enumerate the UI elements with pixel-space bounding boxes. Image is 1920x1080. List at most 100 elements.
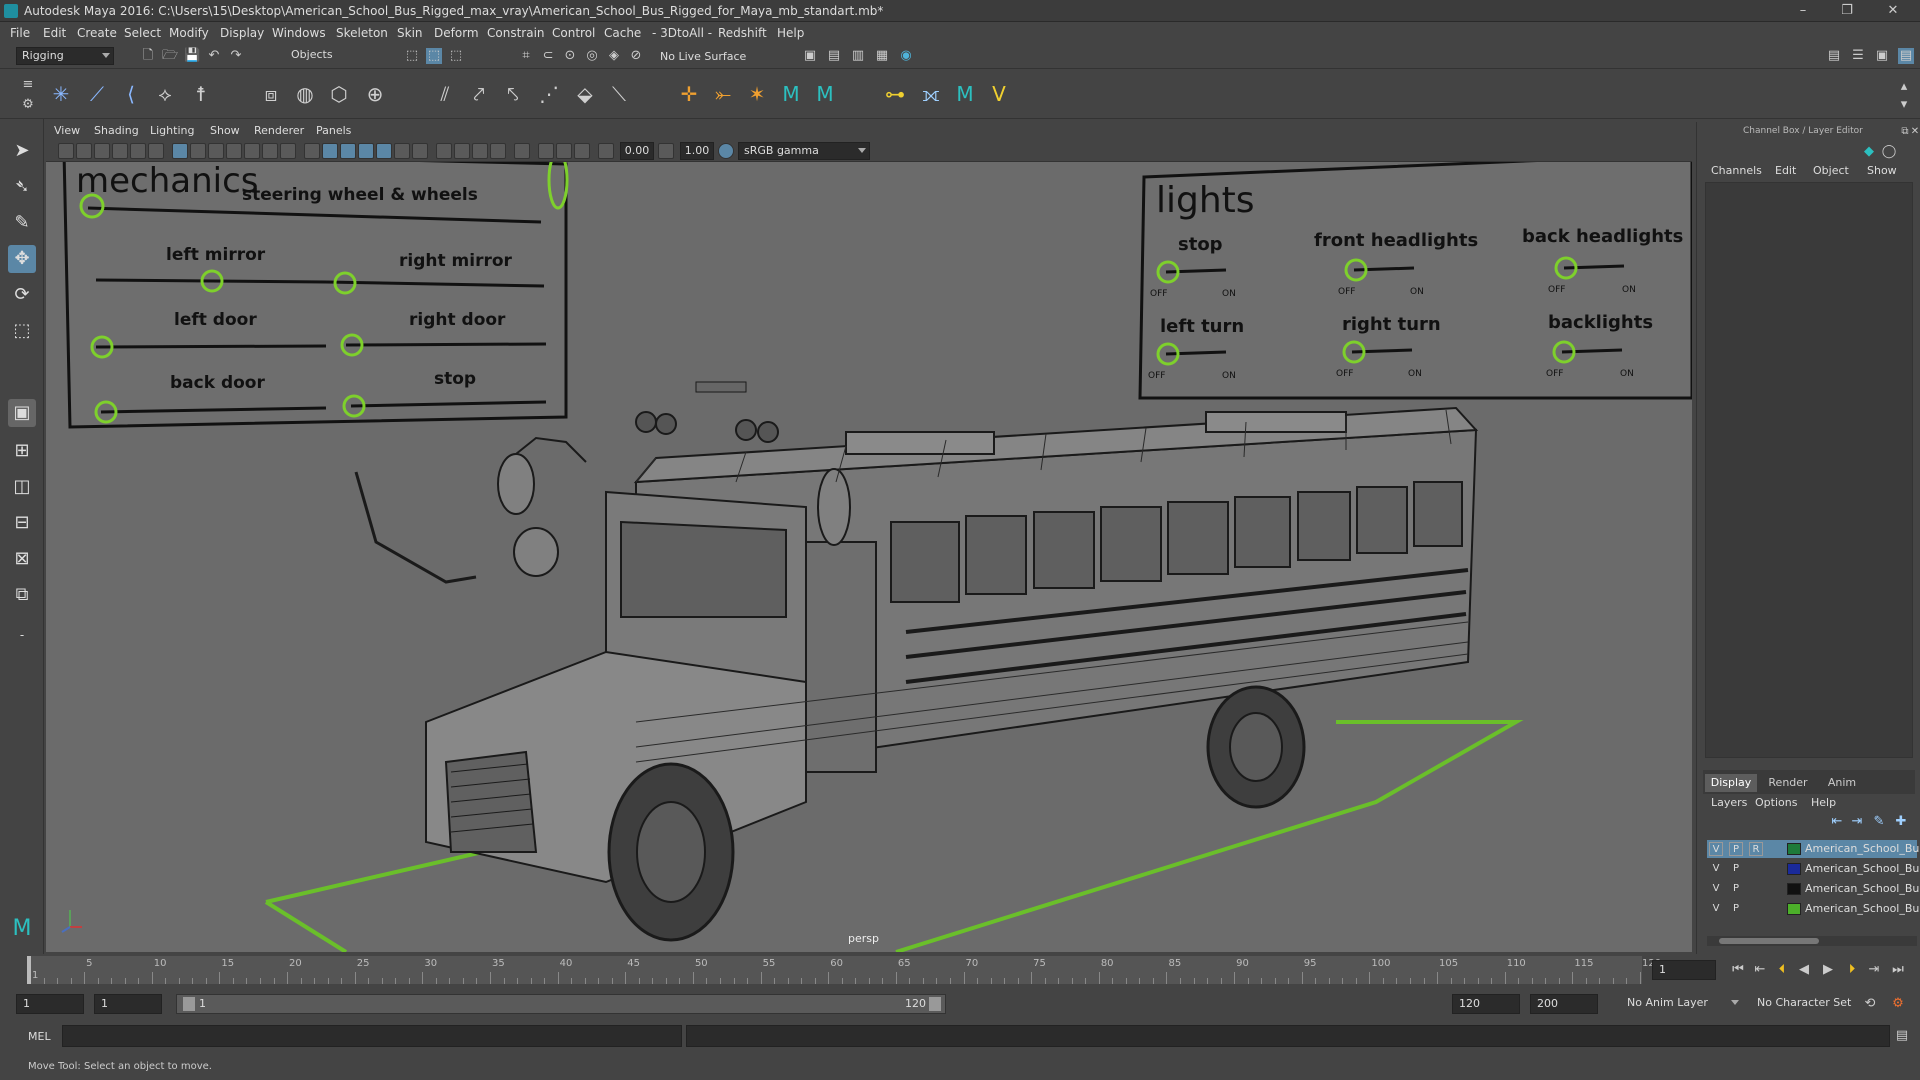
cb-menu-edit[interactable]: Edit xyxy=(1775,164,1796,177)
time-slider[interactable]: 1 5 10 15 20 25 30 35 40 45 50 55 60 65 70 75 80 85 90 95 10… xyxy=(0,954,1920,988)
shelf-scroll-down-icon[interactable]: ▾ xyxy=(1896,97,1912,113)
vp-menu-lighting[interactable]: Lighting xyxy=(150,124,194,137)
vp-menu-panels[interactable]: Panels xyxy=(316,124,351,137)
current-time-marker[interactable] xyxy=(27,956,31,984)
rotate-tool-icon[interactable]: ⟳ xyxy=(8,281,36,309)
paint-select-icon[interactable]: ✎ xyxy=(8,209,36,237)
grease-pencil-icon[interactable] xyxy=(148,143,164,159)
ik-spline-icon[interactable]: ⟨ xyxy=(118,81,144,107)
layer-row[interactable]: V P American_School_Bus_ xyxy=(1707,880,1919,898)
field-chart-icon[interactable] xyxy=(244,143,260,159)
anti-aliasing-icon[interactable] xyxy=(472,143,488,159)
layer-color-swatch[interactable] xyxy=(1787,903,1801,915)
range-bar[interactable]: 1 120 xyxy=(176,994,946,1014)
range-start-handle[interactable] xyxy=(183,997,195,1011)
bind-skin-icon[interactable]: ⧈ xyxy=(258,81,284,107)
view-transform-dropdown[interactable]: sRGB gamma xyxy=(738,142,870,160)
menu-skin[interactable]: Skin xyxy=(397,26,423,40)
layer-name[interactable]: American_School_Bus_ xyxy=(1805,882,1919,895)
play-forwards-icon[interactable]: ▶ xyxy=(1820,962,1836,978)
attribute-editor-icon[interactable]: ☰ xyxy=(1850,48,1866,64)
normal-constraint-icon[interactable]: M xyxy=(952,81,978,107)
range-end-handle[interactable] xyxy=(929,997,941,1011)
channel-box-icon[interactable]: ▤ xyxy=(1898,48,1914,64)
modeling-toolkit-icon[interactable]: ▤ xyxy=(1826,48,1842,64)
depth-of-field-icon[interactable] xyxy=(490,143,506,159)
menu-set-dropdown[interactable]: Rigging xyxy=(16,47,114,65)
save-scene-icon[interactable]: 💾 xyxy=(184,48,200,64)
textured-icon[interactable] xyxy=(376,143,392,159)
safe-action-icon[interactable] xyxy=(262,143,278,159)
wrap-deformer-icon[interactable]: ⊕ xyxy=(362,81,388,107)
character-set-dropdown[interactable]: No Character Set xyxy=(1752,995,1872,1013)
playback-end-field[interactable]: 120 xyxy=(1452,994,1520,1014)
step-back-frame-icon[interactable]: ⏴ xyxy=(1774,962,1790,978)
layer-row[interactable]: V P R American_School_Bus_ xyxy=(1707,840,1919,858)
cb-menu-show[interactable]: Show xyxy=(1867,164,1897,177)
snap-surface-icon[interactable]: ◈ xyxy=(606,48,622,64)
script-editor-icon[interactable]: ▤ xyxy=(1894,1028,1910,1044)
minimize-icon[interactable]: – xyxy=(1788,2,1818,20)
cb-menu-object[interactable]: Object xyxy=(1813,164,1849,177)
resolution-gate-icon[interactable] xyxy=(208,143,224,159)
lasso-tool-icon[interactable]: ➴ xyxy=(8,173,36,201)
anim-layer-dropdown[interactable]: No Anim Layer xyxy=(1622,995,1742,1013)
channel-key-icon[interactable]: ◆ xyxy=(1861,144,1877,160)
redo-icon[interactable]: ↷ xyxy=(228,48,244,64)
nonlinear-icon[interactable]: ⤤ xyxy=(466,81,492,107)
wireframe-icon[interactable] xyxy=(304,143,320,159)
lattice-icon[interactable]: ⬡ xyxy=(326,81,352,107)
xray-components-icon[interactable] xyxy=(574,143,590,159)
grid-toggle-icon[interactable] xyxy=(172,143,188,159)
menu-windows[interactable]: Windows xyxy=(272,26,326,40)
menu-modify[interactable]: Modify xyxy=(169,26,209,40)
playback-start-field[interactable]: 1 xyxy=(94,994,162,1014)
layer-playback-toggle[interactable]: P xyxy=(1729,842,1743,856)
parent-constraint-icon[interactable]: M xyxy=(778,81,804,107)
menu-skeleton[interactable]: Skeleton xyxy=(336,26,388,40)
layer-display-type-toggle[interactable] xyxy=(1749,902,1763,916)
current-frame-field[interactable]: 1 xyxy=(1652,960,1716,980)
bookmark-icon[interactable] xyxy=(94,143,110,159)
select-hierarchy-icon[interactable]: ⬚ xyxy=(404,48,420,64)
2d-pan-icon[interactable] xyxy=(130,143,146,159)
le-menu-help[interactable]: Help xyxy=(1811,796,1836,809)
close-icon[interactable]: ✕ xyxy=(1878,2,1908,20)
layer-visibility-toggle[interactable]: V xyxy=(1709,882,1723,896)
tangent-constraint-icon[interactable]: V xyxy=(986,81,1012,107)
vp-menu-view[interactable]: View xyxy=(54,124,80,137)
gate-mask-icon[interactable] xyxy=(226,143,242,159)
xray-icon[interactable] xyxy=(538,143,554,159)
shadows-icon[interactable] xyxy=(412,143,428,159)
render-settings-icon[interactable]: ▥ xyxy=(850,48,866,64)
layer-color-swatch[interactable] xyxy=(1787,883,1801,895)
motion-blur-icon[interactable] xyxy=(454,143,470,159)
soft-mod-icon[interactable]: ⬙ xyxy=(572,81,598,107)
render-view-icon[interactable]: ◉ xyxy=(898,48,914,64)
layout-outliner-icon[interactable]: ⊟ xyxy=(8,509,36,537)
live-surface-label[interactable]: No Live Surface xyxy=(660,50,746,63)
layout-hypershade-icon[interactable]: ⧉ xyxy=(8,581,36,609)
layer-row[interactable]: V P American_School_Bus_ xyxy=(1707,860,1919,878)
smooth-shade-icon[interactable] xyxy=(322,143,338,159)
layer-visibility-toggle[interactable]: V xyxy=(1709,862,1723,876)
layout-two-icon[interactable]: ◫ xyxy=(8,473,36,501)
menu-create[interactable]: Create xyxy=(77,26,117,40)
new-layer-icon[interactable]: ✎ xyxy=(1871,814,1887,830)
channel-list[interactable] xyxy=(1705,182,1913,758)
layout-single-icon[interactable]: ▣ xyxy=(8,399,36,427)
blend-shape-icon[interactable]: ⋰ xyxy=(536,81,562,107)
isolate-select-icon[interactable] xyxy=(514,143,530,159)
move-layer-up-icon[interactable]: ⇤ xyxy=(1829,814,1845,830)
select-component-icon[interactable]: ⬚ xyxy=(448,48,464,64)
menu-control[interactable]: Control xyxy=(552,26,595,40)
select-tool-icon[interactable]: ➤ xyxy=(8,137,36,165)
snap-live-icon[interactable]: ⊘ xyxy=(628,48,644,64)
menu-3dtoall[interactable]: - 3DtoAll - xyxy=(652,26,712,40)
layout-more-icon[interactable]: - xyxy=(8,621,36,649)
xray-joints-icon[interactable] xyxy=(556,143,572,159)
layer-playback-toggle[interactable]: P xyxy=(1729,882,1743,896)
layer-display-type-toggle[interactable]: R xyxy=(1749,842,1763,856)
layer-playback-toggle[interactable]: P xyxy=(1729,902,1743,916)
exposure-field[interactable]: 0.00 xyxy=(620,142,654,160)
